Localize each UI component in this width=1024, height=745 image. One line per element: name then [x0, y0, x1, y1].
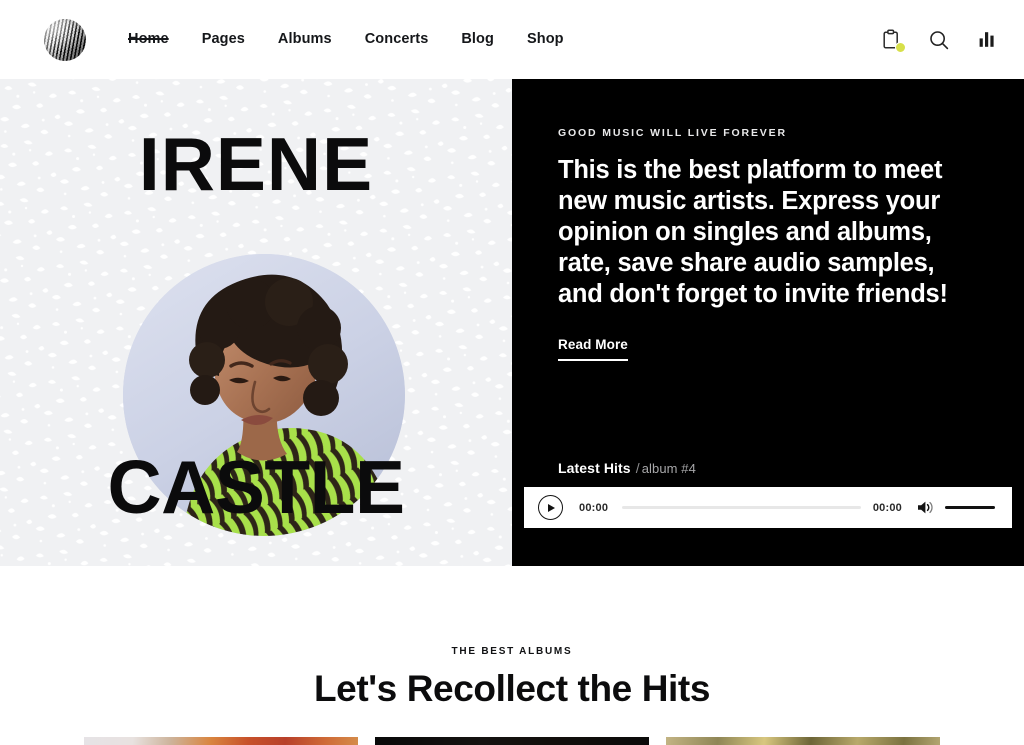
- hero-info-panel: GOOD MUSIC WILL LIVE FOREVER This is the…: [512, 79, 1024, 566]
- nav-link-pages[interactable]: Pages: [202, 32, 245, 47]
- nav-link-home[interactable]: Home: [128, 32, 169, 47]
- nav-link-concerts[interactable]: Concerts: [365, 32, 429, 47]
- hero-section: IRENE CASTLE GOOD MUSIC WILL LIVE FOREVE…: [0, 79, 1024, 566]
- player-title: Latest Hits: [558, 460, 631, 476]
- albums-title: Let's Recollect the Hits: [313, 668, 711, 709]
- volume-icon[interactable]: [917, 500, 934, 515]
- volume-slider[interactable]: [945, 506, 995, 509]
- album-card-1[interactable]: [84, 736, 358, 745]
- albums-eyebrow: THE BEST ALBUMS: [451, 646, 573, 657]
- album-card-row: [0, 736, 1024, 745]
- hero-artist-panel: IRENE CASTLE: [0, 79, 512, 566]
- hero-eyebrow: GOOD MUSIC WILL LIVE FOREVER: [558, 127, 787, 139]
- nav-link-albums[interactable]: Albums: [278, 32, 332, 47]
- header-actions: [880, 28, 998, 53]
- cart-badge: [895, 41, 906, 53]
- artist-last-name: CASTLE: [107, 445, 406, 529]
- bar-chart-icon[interactable]: [976, 28, 998, 52]
- audio-player: 00:00 00:00: [524, 487, 1012, 528]
- player-total-time: 00:00: [872, 501, 902, 514]
- site-header: Home Pages Albums Concerts Blog Shop: [0, 0, 1024, 79]
- search-icon[interactable]: [928, 28, 950, 52]
- album-card-2[interactable]: [375, 736, 649, 745]
- hero-heading: This is the best platform to meet new mu…: [558, 156, 948, 309]
- play-icon[interactable]: [538, 495, 563, 520]
- player-track-label: Latest Hits / album #4: [558, 460, 696, 476]
- progress-slider[interactable]: [622, 506, 861, 509]
- player-current-time: 00:00: [579, 501, 609, 514]
- player-album: album #4: [641, 461, 696, 476]
- player-separator: /: [635, 460, 640, 476]
- artist-first-name: IRENE: [138, 122, 374, 206]
- play-triangle: [548, 503, 555, 512]
- clipboard-cart-icon[interactable]: [880, 28, 906, 53]
- nav-link-shop[interactable]: Shop: [527, 32, 564, 47]
- album-card-3[interactable]: [666, 736, 940, 745]
- main-navigation: Home Pages Albums Concerts Blog Shop: [128, 32, 564, 47]
- striped-sphere-logo[interactable]: [44, 18, 86, 61]
- albums-section: THE BEST ALBUMS Let's Recollect the Hits: [0, 566, 1024, 745]
- read-more-link[interactable]: Read More: [558, 337, 628, 361]
- nav-link-blog[interactable]: Blog: [461, 32, 494, 47]
